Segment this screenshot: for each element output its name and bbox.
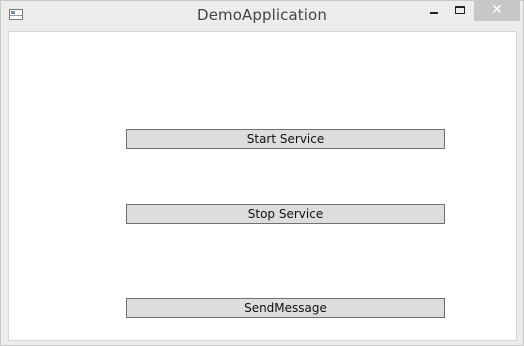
client-area: Start Service Stop Service SendMessage — [8, 31, 517, 341]
send-message-button[interactable]: SendMessage — [126, 298, 445, 318]
close-icon: ✕ — [491, 2, 503, 18]
minimize-button[interactable] — [423, 1, 447, 21]
title-bar[interactable]: DemoApplication ✕ — [1, 1, 523, 31]
close-button[interactable]: ✕ — [474, 1, 520, 21]
maximize-icon — [455, 6, 465, 14]
stop-service-button[interactable]: Stop Service — [126, 204, 445, 224]
application-window: DemoApplication ✕ Start Service Stop Ser… — [0, 0, 524, 346]
minimize-icon — [430, 12, 438, 14]
maximize-button[interactable] — [449, 1, 473, 21]
start-service-button[interactable]: Start Service — [126, 129, 445, 149]
